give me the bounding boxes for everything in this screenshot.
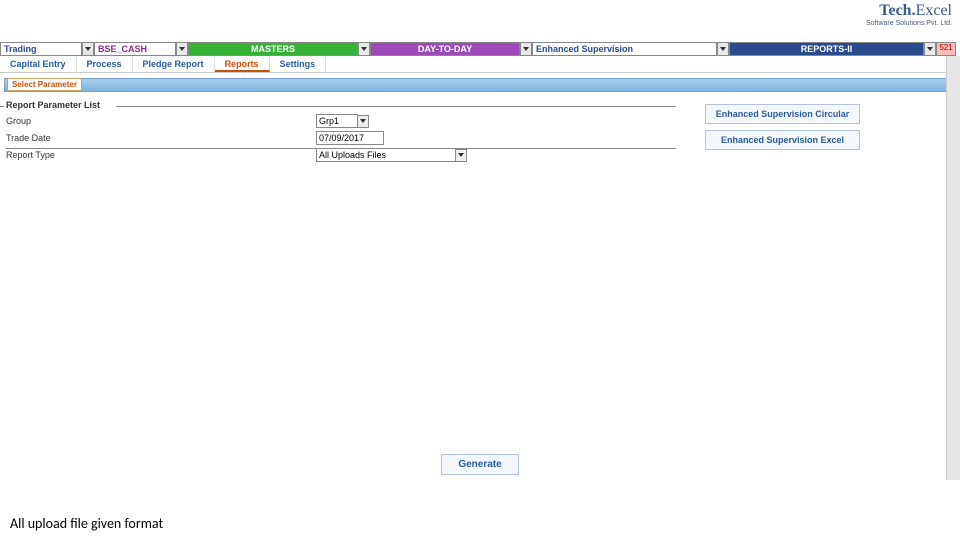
menu-trading[interactable]: Trading — [0, 42, 82, 56]
enhanced-supervision-circular-button[interactable]: Enhanced Supervision Circular — [705, 104, 860, 124]
select-parameter-tab[interactable]: Select Parameter — [7, 78, 82, 91]
menu-end-badge[interactable]: 521 — [936, 42, 956, 56]
brand-tagline: Software Solutions Pvt. Ltd. — [866, 20, 952, 27]
brand-name-a: Tech. — [879, 2, 915, 19]
menu-day-to-day[interactable]: DAY-TO-DAY — [370, 42, 520, 56]
vertical-scrollbar[interactable] — [946, 56, 960, 480]
menu-enhanced-supervision[interactable]: Enhanced Supervision — [532, 42, 717, 56]
report-type-dropdown-icon[interactable] — [455, 149, 467, 162]
menu-day-dropdown-icon[interactable] — [520, 42, 532, 56]
parameter-header-bar: Select Parameter — [4, 78, 956, 92]
report-parameter-panel: Report Parameter List Group Trade Date R… — [6, 100, 676, 165]
submenu-process[interactable]: Process — [77, 56, 133, 72]
menu-enhanced-dropdown-icon[interactable] — [717, 42, 729, 56]
main-menubar: Trading BSE_CASH MASTERS DAY-TO-DAY Enha… — [0, 42, 960, 56]
menu-bse-cash[interactable]: BSE_CASH — [94, 42, 176, 56]
brand-logo: Tech.Excel Software Solutions Pvt. Ltd. — [866, 2, 952, 27]
report-type-select[interactable] — [316, 148, 456, 162]
generate-button[interactable]: Generate — [441, 454, 518, 475]
fieldset-title: Report Parameter List — [6, 100, 676, 110]
enhanced-supervision-excel-button[interactable]: Enhanced Supervision Excel — [705, 130, 860, 150]
submenu-pledge-report[interactable]: Pledge Report — [133, 56, 215, 72]
menu-masters[interactable]: MASTERS — [188, 42, 358, 56]
menu-masters-dropdown-icon[interactable] — [358, 42, 370, 56]
trade-date-input[interactable] — [316, 131, 384, 145]
menu-reports-ii[interactable]: REPORTS-II — [729, 42, 924, 56]
parameter-divider — [6, 148, 676, 149]
generate-wrap: Generate — [0, 454, 960, 475]
submenu-bar: Capital Entry Process Pledge Report Repo… — [0, 56, 960, 73]
menu-trading-dropdown-icon[interactable] — [82, 42, 94, 56]
group-dropdown-icon[interactable] — [357, 115, 369, 128]
menu-reports-dropdown-icon[interactable] — [924, 42, 936, 56]
trade-date-label: Trade Date — [6, 133, 316, 143]
submenu-reports[interactable]: Reports — [215, 56, 270, 72]
submenu-settings[interactable]: Settings — [270, 56, 327, 72]
side-buttons-panel: Enhanced Supervision Circular Enhanced S… — [705, 104, 875, 156]
submenu-capital-entry[interactable]: Capital Entry — [0, 56, 77, 72]
menu-bse-dropdown-icon[interactable] — [176, 42, 188, 56]
footer-note: All upload file given format — [10, 515, 163, 532]
group-label: Group — [6, 116, 316, 126]
group-select[interactable] — [316, 114, 358, 128]
brand-name-b: Excel — [916, 2, 952, 19]
report-type-label: Report Type — [6, 150, 316, 160]
